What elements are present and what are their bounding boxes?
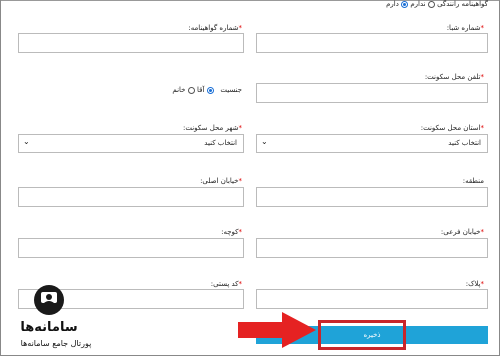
- province-select-value: انتخاب کنید: [448, 139, 481, 147]
- chevron-down-icon: ⌄: [261, 137, 268, 146]
- city-select[interactable]: انتخاب کنید ⌄: [18, 134, 244, 153]
- gender-female-label: خانم: [172, 86, 186, 94]
- gender-male-label: آقا: [196, 86, 205, 94]
- city-label: *شهر محل سکونت:: [182, 124, 242, 132]
- shaba-input[interactable]: [256, 33, 488, 53]
- alley-label: *کوچه:: [221, 228, 242, 236]
- gender-radio-group: جنسیت آقا خانم: [172, 86, 242, 94]
- province-select[interactable]: انتخاب کنید ⌄: [256, 134, 488, 153]
- gender-male-radio[interactable]: [206, 86, 214, 94]
- license-yes-radio[interactable]: [401, 0, 409, 8]
- watermark-logo: سامانه‌ها پورتال جامع سامانه‌ها: [14, 284, 104, 352]
- chevron-down-icon: ⌄: [23, 137, 30, 146]
- region-label: منطقه:: [462, 177, 484, 185]
- main-street-input[interactable]: [18, 187, 244, 207]
- license-question-label: گواهینامه رانندگی: [437, 0, 488, 8]
- license-no-radio[interactable]: [427, 0, 435, 8]
- shaba-label: *شماره شبا:: [446, 24, 484, 32]
- alley-input[interactable]: [18, 238, 244, 258]
- side-street-label: *خیابان فرعی:: [440, 228, 484, 236]
- gender-label: جنسیت: [220, 86, 242, 94]
- gender-female-radio[interactable]: [187, 86, 195, 94]
- home-phone-label: *تلفن محل سکونت:: [424, 73, 484, 81]
- license-yes-label: دارم: [386, 0, 399, 8]
- highlight-box: [318, 320, 406, 350]
- home-phone-input[interactable]: [256, 83, 488, 103]
- arrow-right-icon: [238, 312, 316, 348]
- license-number-input[interactable]: [18, 33, 244, 53]
- license-radio-group: گواهینامه رانندگی ندارم دارم: [386, 0, 488, 8]
- province-label: *استان محل سکونت:: [420, 124, 484, 132]
- plaque-label: *پلاک:: [465, 280, 484, 288]
- main-street-label: *خیابان اصلی:: [200, 177, 242, 185]
- plaque-input[interactable]: [256, 289, 488, 309]
- side-street-input[interactable]: [256, 238, 488, 258]
- postal-code-label: *کد پستی:: [210, 280, 242, 288]
- region-input[interactable]: [256, 187, 488, 207]
- license-number-label: *شماره گواهینامه:: [188, 24, 242, 32]
- watermark-title: سامانه‌ها: [20, 320, 77, 335]
- license-no-label: ندارم: [410, 0, 426, 8]
- watermark-subtitle: پورتال جامع سامانه‌ها: [21, 339, 92, 348]
- city-select-value: انتخاب کنید: [204, 139, 237, 147]
